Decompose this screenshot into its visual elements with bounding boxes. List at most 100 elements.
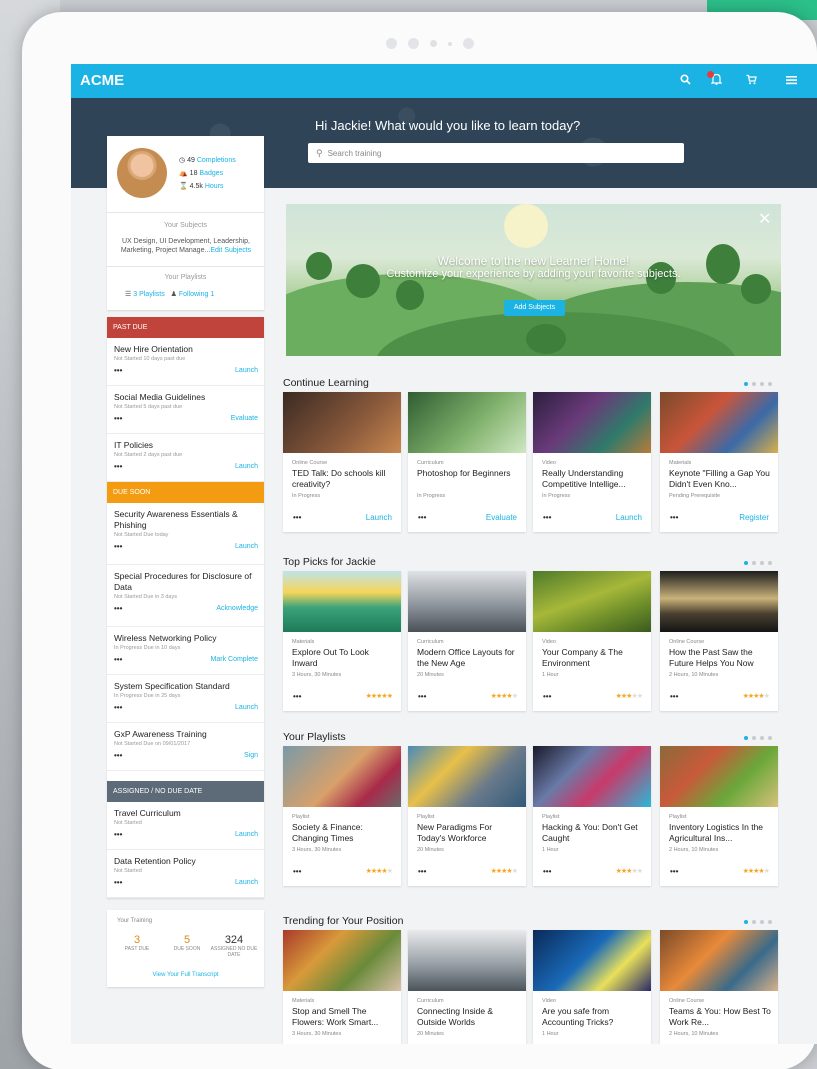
pager-dot[interactable] (744, 382, 748, 386)
task-title[interactable]: GxP Awareness Training (114, 729, 258, 740)
pager-dot[interactable] (752, 561, 756, 565)
task-title[interactable]: IT Policies (114, 440, 258, 451)
task-title[interactable]: System Specification Standard (114, 681, 258, 692)
task-title[interactable]: Special Procedures for Disclosure of Dat… (114, 571, 258, 593)
course-title[interactable]: New Paradigms For Today's Workforce (417, 822, 521, 844)
course-tile[interactable]: Video Really Understanding Competitive In… (533, 392, 651, 532)
course-tile[interactable]: Curriculum Modern Office Layouts for the … (408, 571, 526, 711)
course-action-link[interactable]: Evaluate (486, 513, 517, 522)
course-tile[interactable]: Playlist New Paradigms For Today's Workfo… (408, 746, 526, 886)
more-options-icon[interactable]: ••• (114, 878, 122, 886)
pager-dot[interactable] (768, 561, 772, 565)
more-options-icon[interactable]: ••• (670, 867, 678, 876)
pager-dot[interactable] (752, 382, 756, 386)
more-options-icon[interactable]: ••• (418, 513, 426, 522)
task-item[interactable]: Special Procedures for Disclosure of Dat… (107, 565, 264, 627)
course-title[interactable]: Hacking & You: Don't Get Caught (542, 822, 646, 844)
pager-dot[interactable] (744, 920, 748, 924)
pager-dot[interactable] (760, 382, 764, 386)
task-action-link[interactable]: Acknowledge (216, 605, 258, 612)
course-tile[interactable]: Playlist Inventory Logistics In the Agric… (660, 746, 778, 886)
course-title[interactable]: TED Talk: Do schools kill creativity? (292, 468, 396, 490)
course-tile[interactable]: Video Are you safe from Accounting Tricks… (533, 930, 651, 1044)
badges-stat[interactable]: ⛺ 18 Badges (179, 169, 223, 177)
more-options-icon[interactable]: ••• (114, 751, 122, 759)
course-thumbnail[interactable] (660, 930, 778, 991)
course-thumbnail[interactable] (283, 571, 401, 632)
task-title[interactable]: Social Media Guidelines (114, 392, 258, 403)
playlists-link[interactable]: 3 Playlists (133, 291, 165, 298)
pager-dot[interactable] (744, 736, 748, 740)
more-options-icon[interactable]: ••• (114, 542, 122, 550)
more-options-icon[interactable]: ••• (114, 462, 122, 470)
pager-dot[interactable] (760, 736, 764, 740)
course-tile[interactable]: Video Your Company & The Environment 1 Hou… (533, 571, 651, 711)
edit-subjects-link[interactable]: Edit Subjects (210, 247, 251, 254)
course-title[interactable]: Stop and Smell The Flowers: Work Smart..… (292, 1006, 396, 1028)
course-title[interactable]: Connecting Inside & Outside Worlds (417, 1006, 521, 1028)
course-tile[interactable]: Materials Explore Out To Look Inward 3 Hou… (283, 571, 401, 711)
task-item[interactable]: Social Media Guidelines Not Started 5 day… (107, 386, 264, 434)
past-due-count[interactable]: 3 PAST DUE (112, 934, 162, 952)
course-action-link[interactable]: Launch (616, 513, 642, 522)
menu-icon[interactable] (786, 73, 797, 89)
pager-dot[interactable] (752, 920, 756, 924)
task-title[interactable]: New Hire Orientation (114, 344, 258, 355)
more-options-icon[interactable]: ••• (293, 692, 301, 701)
course-tile[interactable]: Curriculum Connecting Inside & Outside Wo… (408, 930, 526, 1044)
course-thumbnail[interactable] (533, 746, 651, 807)
course-tile[interactable]: Materials Stop and Smell The Flowers: Wor… (283, 930, 401, 1044)
pager-dot[interactable] (768, 736, 772, 740)
task-action-link[interactable]: Launch (235, 543, 258, 550)
course-tile[interactable]: Online Course How the Past Saw the Future… (660, 571, 778, 711)
more-options-icon[interactable]: ••• (114, 366, 122, 374)
task-action-link[interactable]: Mark Complete (211, 656, 258, 663)
course-thumbnail[interactable] (533, 392, 651, 453)
course-thumbnail[interactable] (408, 571, 526, 632)
task-title[interactable]: Wireless Networking Policy (114, 633, 258, 644)
task-item[interactable]: IT Policies Not Started 2 days past due ••… (107, 434, 264, 482)
task-item[interactable]: New Hire Orientation Not Started 10 days … (107, 338, 264, 386)
more-options-icon[interactable]: ••• (543, 692, 551, 701)
course-thumbnail[interactable] (283, 930, 401, 991)
app-logo[interactable]: ACME (80, 72, 124, 89)
task-item[interactable]: Security Awareness Essentials & Phishing… (107, 503, 264, 565)
more-options-icon[interactable]: ••• (293, 513, 301, 522)
view-transcript-link[interactable]: View Your Full Transcript (107, 972, 264, 978)
course-action-link[interactable]: Register (739, 513, 769, 522)
more-options-icon[interactable]: ••• (670, 513, 678, 522)
course-tile[interactable]: Playlist Society & Finance: Changing Time… (283, 746, 401, 886)
course-tile[interactable]: Online Course Teams & You: How Best To Wo… (660, 930, 778, 1044)
task-action-link[interactable]: Launch (235, 367, 258, 374)
search-input[interactable]: ⚲ Search training (308, 143, 684, 163)
following-link[interactable]: Following 1 (179, 291, 214, 298)
course-thumbnail[interactable] (533, 571, 651, 632)
more-options-icon[interactable]: ••• (293, 867, 301, 876)
pager-dot[interactable] (760, 920, 764, 924)
course-thumbnail[interactable] (408, 746, 526, 807)
task-item[interactable]: System Specification Standard In Progress… (107, 675, 264, 723)
due-soon-count[interactable]: 5 DUE SOON (162, 934, 212, 952)
course-thumbnail[interactable] (660, 746, 778, 807)
pager-dot[interactable] (752, 736, 756, 740)
course-title[interactable]: Your Company & The Environment (542, 647, 646, 669)
course-title[interactable]: Teams & You: How Best To Work Re... (669, 1006, 773, 1028)
carousel-pager[interactable] (744, 561, 772, 565)
course-thumbnail[interactable] (283, 746, 401, 807)
pager-dot[interactable] (744, 561, 748, 565)
more-options-icon[interactable]: ••• (418, 867, 426, 876)
course-thumbnail[interactable] (660, 571, 778, 632)
course-action-link[interactable]: Launch (366, 513, 392, 522)
pager-dot[interactable] (760, 561, 764, 565)
course-thumbnail[interactable] (408, 930, 526, 991)
course-title[interactable]: Photoshop for Beginners (417, 468, 521, 479)
carousel-pager[interactable] (744, 920, 772, 924)
course-tile[interactable]: Curriculum Photoshop for Beginners In Prog… (408, 392, 526, 532)
course-title[interactable]: Are you safe from Accounting Tricks? (542, 1006, 646, 1028)
more-options-icon[interactable]: ••• (114, 604, 122, 612)
task-item[interactable]: Travel Curriculum Not Started ••• Launch (107, 802, 264, 850)
search-icon[interactable] (680, 73, 691, 89)
course-tile[interactable]: Playlist Hacking & You: Don't Get Caught 1… (533, 746, 651, 886)
task-title[interactable]: Security Awareness Essentials & Phishing (114, 509, 258, 531)
more-options-icon[interactable]: ••• (418, 692, 426, 701)
